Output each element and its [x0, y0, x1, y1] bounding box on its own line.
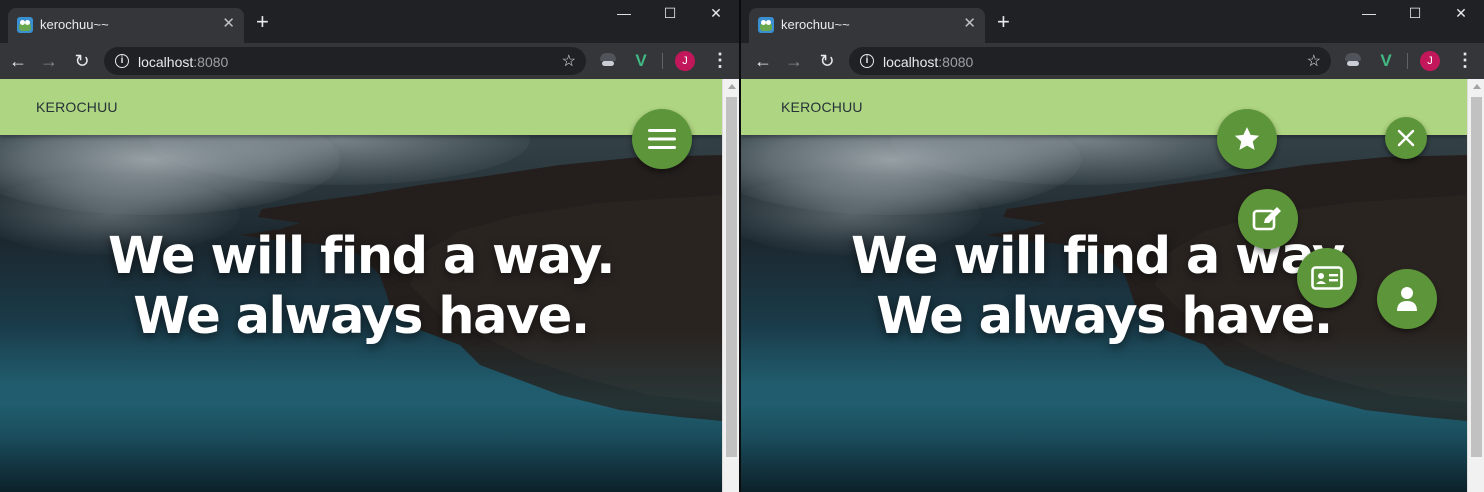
- url-text: localhost:8080: [138, 54, 229, 70]
- close-icon: [1397, 129, 1415, 147]
- fab-contact-card-button[interactable]: [1297, 248, 1357, 308]
- toolbar-divider: [662, 53, 663, 69]
- new-tab-button[interactable]: +: [256, 11, 269, 33]
- brand-title[interactable]: KEROCHUU: [781, 99, 863, 115]
- frog-favicon-icon: [17, 17, 33, 33]
- tab-title: kerochuu~~: [40, 17, 109, 32]
- page-scrollbar[interactable]: [722, 79, 739, 492]
- hero-line-1: We will find a way.: [108, 227, 615, 286]
- contact-card-icon: [1311, 266, 1343, 290]
- tab-close-icon[interactable]: ✕: [963, 15, 976, 33]
- vue-devtools-icon[interactable]: V: [632, 52, 650, 70]
- minimize-button[interactable]: —: [614, 5, 634, 21]
- toolbar-divider: [1407, 53, 1408, 69]
- address-bar[interactable]: i localhost:8080 ☆: [849, 47, 1331, 75]
- edit-icon: [1252, 207, 1281, 231]
- hero-line-1: We will find a way.: [851, 227, 1358, 286]
- scroll-up-arrow-icon[interactable]: [728, 84, 736, 89]
- forward-button[interactable]: →: [783, 50, 805, 72]
- page-viewport: KEROCHUU We will find a way. We always h…: [741, 79, 1467, 492]
- tab-close-icon[interactable]: ✕: [222, 15, 235, 33]
- title-bar: kerochuu~~ ✕ + — ☐ ✕: [0, 0, 739, 43]
- scrollbar-thumb[interactable]: [726, 97, 737, 457]
- bookmark-star-icon[interactable]: ☆: [562, 51, 576, 71]
- menu-icon: [648, 129, 676, 149]
- reload-button[interactable]: ↻: [816, 50, 838, 72]
- browser-tab[interactable]: kerochuu~~ ✕: [8, 8, 244, 43]
- browser-menu-icon[interactable]: ⋮: [711, 48, 729, 72]
- hero-line-2: We always have.: [133, 287, 590, 346]
- close-window-button[interactable]: ✕: [706, 5, 726, 22]
- forward-button[interactable]: →: [38, 50, 60, 72]
- bookmark-star-icon[interactable]: ☆: [1307, 51, 1321, 71]
- hero-line-2: We always have.: [876, 287, 1333, 346]
- maximize-button[interactable]: ☐: [660, 5, 680, 22]
- back-button[interactable]: ←: [752, 50, 774, 72]
- page-scrollbar[interactable]: [1467, 79, 1484, 492]
- profile-avatar[interactable]: J: [1420, 51, 1440, 71]
- app-bar: KEROCHUU: [741, 79, 1467, 135]
- incognito-extension-icon[interactable]: [599, 52, 617, 70]
- browser-window-right: kerochuu~~ ✕ + — ☐ ✕ ← → ↻ i localhost:8…: [741, 0, 1484, 492]
- reload-button[interactable]: ↻: [71, 50, 93, 72]
- profile-avatar[interactable]: J: [675, 51, 695, 71]
- brand-title[interactable]: KEROCHUU: [36, 99, 118, 115]
- info-icon[interactable]: i: [860, 54, 874, 68]
- frog-favicon-icon: [758, 17, 774, 33]
- incognito-extension-icon[interactable]: [1344, 52, 1362, 70]
- fab-user-button[interactable]: [1377, 269, 1437, 329]
- fab-edit-button[interactable]: [1238, 189, 1298, 249]
- close-window-button[interactable]: ✕: [1451, 5, 1471, 22]
- browser-window-left: kerochuu~~ ✕ + — ☐ ✕ ← → ↻ i localhost:8…: [0, 0, 739, 492]
- browser-tab[interactable]: kerochuu~~ ✕: [749, 8, 985, 43]
- maximize-button[interactable]: ☐: [1405, 5, 1425, 22]
- info-icon[interactable]: i: [115, 54, 129, 68]
- vue-devtools-icon[interactable]: V: [1377, 52, 1395, 70]
- url-text: localhost:8080: [883, 54, 974, 70]
- title-bar: kerochuu~~ ✕ + — ☐ ✕: [741, 0, 1484, 43]
- scrollbar-thumb[interactable]: [1471, 97, 1482, 457]
- fab-menu-button[interactable]: [632, 109, 692, 169]
- browser-menu-icon[interactable]: ⋮: [1456, 48, 1474, 72]
- hero-headline: We will find a way. We always have.: [0, 227, 722, 347]
- hero-image: We will find a way. We always have.: [0, 135, 722, 492]
- user-icon: [1397, 287, 1417, 311]
- back-button[interactable]: ←: [7, 50, 29, 72]
- new-tab-button[interactable]: +: [997, 11, 1010, 33]
- fab-favorite-button[interactable]: [1217, 109, 1277, 169]
- address-bar[interactable]: i localhost:8080 ☆: [104, 47, 586, 75]
- hero-image: We will find a way. We always have.: [741, 135, 1467, 492]
- hero-headline: We will find a way. We always have.: [741, 227, 1467, 347]
- browser-toolbar: ← → ↻ i localhost:8080 ☆ V J ⋮: [0, 43, 739, 79]
- star-icon: [1234, 127, 1260, 150]
- minimize-button[interactable]: —: [1359, 5, 1379, 21]
- browser-toolbar: ← → ↻ i localhost:8080 ☆ V J ⋮: [741, 43, 1484, 79]
- tab-title: kerochuu~~: [781, 17, 850, 32]
- scroll-up-arrow-icon[interactable]: [1473, 84, 1481, 89]
- app-bar: KEROCHUU: [0, 79, 722, 135]
- page-viewport: KEROCHUU We will find a way. We always h…: [0, 79, 722, 492]
- fab-close-button[interactable]: [1385, 117, 1427, 159]
